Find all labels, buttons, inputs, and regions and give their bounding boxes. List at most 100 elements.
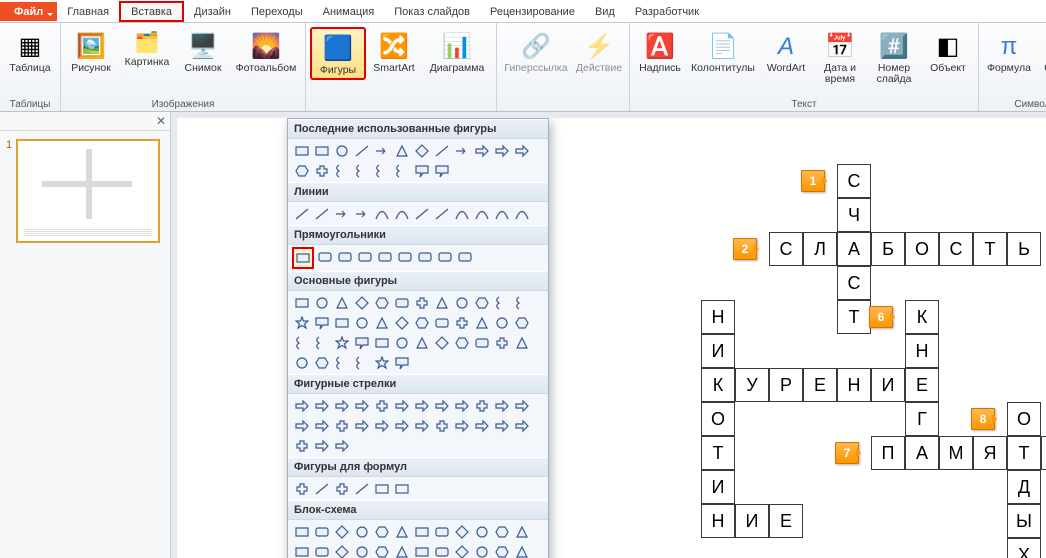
shape-option[interactable] <box>412 161 431 180</box>
shape-option[interactable] <box>352 313 371 332</box>
shape-option[interactable] <box>392 479 411 498</box>
shape-option[interactable] <box>372 204 391 223</box>
shape-option[interactable] <box>292 522 311 541</box>
shape-option[interactable] <box>375 247 394 266</box>
shape-option[interactable] <box>372 313 391 332</box>
slide-thumbnail[interactable] <box>16 139 160 243</box>
tab-slideshow[interactable]: Показ слайдов <box>384 3 480 20</box>
equation-button[interactable]: π Формула <box>983 27 1035 76</box>
shape-option[interactable] <box>472 333 491 352</box>
shape-option[interactable] <box>412 141 431 160</box>
tab-view[interactable]: Вид <box>585 3 625 20</box>
shape-option[interactable] <box>492 416 511 435</box>
shape-option[interactable] <box>372 141 391 160</box>
shape-option[interactable] <box>392 161 411 180</box>
shape-option[interactable] <box>392 293 411 312</box>
shape-option[interactable] <box>492 396 511 415</box>
tab-animation[interactable]: Анимация <box>313 3 385 20</box>
tab-developer[interactable]: Разработчик <box>625 3 709 20</box>
shape-option[interactable] <box>455 247 474 266</box>
tab-insert[interactable]: Вставка <box>119 1 184 22</box>
shape-option[interactable] <box>392 522 411 541</box>
shape-option[interactable] <box>352 204 371 223</box>
shape-option[interactable] <box>472 293 491 312</box>
shape-option[interactable] <box>492 293 511 312</box>
shape-option[interactable] <box>452 313 471 332</box>
shape-option[interactable] <box>392 313 411 332</box>
shape-option[interactable] <box>352 353 371 372</box>
shape-option[interactable] <box>512 313 531 332</box>
shape-option[interactable] <box>355 247 374 266</box>
shape-option[interactable] <box>435 247 454 266</box>
photoalbum-button[interactable]: 🌄 Фотоальбом <box>231 27 301 76</box>
shape-option[interactable] <box>332 293 351 312</box>
shape-option[interactable] <box>372 479 391 498</box>
shape-option[interactable] <box>315 247 334 266</box>
shape-option[interactable] <box>352 333 371 352</box>
shape-option[interactable] <box>452 333 471 352</box>
shape-option[interactable] <box>335 247 354 266</box>
shape-option[interactable] <box>352 161 371 180</box>
shape-option[interactable] <box>512 333 531 352</box>
shape-option[interactable] <box>432 161 451 180</box>
shape-option[interactable] <box>372 161 391 180</box>
shape-option[interactable] <box>352 293 371 312</box>
shape-option[interactable] <box>412 396 431 415</box>
shape-option[interactable] <box>512 293 531 312</box>
tab-file[interactable]: Файл <box>0 2 57 21</box>
shape-option[interactable] <box>412 293 431 312</box>
smartart-button[interactable]: 🔀 SmartArt <box>368 27 420 76</box>
tab-design[interactable]: Дизайн <box>184 3 241 20</box>
shape-option[interactable] <box>312 333 331 352</box>
shape-option[interactable] <box>472 141 491 160</box>
shape-option[interactable] <box>332 313 351 332</box>
shape-option[interactable] <box>312 396 331 415</box>
shape-option[interactable] <box>332 204 351 223</box>
shape-option[interactable] <box>512 204 531 223</box>
shape-option[interactable] <box>372 396 391 415</box>
tab-review[interactable]: Рецензирование <box>480 3 585 20</box>
shape-option[interactable] <box>352 141 371 160</box>
shape-option[interactable] <box>412 313 431 332</box>
shape-option[interactable] <box>432 416 451 435</box>
shape-option[interactable] <box>312 436 331 455</box>
shape-option[interactable] <box>492 522 511 541</box>
shape-option[interactable] <box>312 141 331 160</box>
shape-option[interactable] <box>312 522 331 541</box>
slidenum-button[interactable]: #️⃣ Номер слайда <box>868 27 920 87</box>
shape-option[interactable] <box>432 396 451 415</box>
shape-option[interactable] <box>332 479 351 498</box>
tab-transitions[interactable]: Переходы <box>241 3 313 20</box>
shape-option[interactable] <box>372 353 391 372</box>
wordart-button[interactable]: A WordArt <box>760 27 812 76</box>
shape-option[interactable] <box>352 522 371 541</box>
shape-option[interactable] <box>392 396 411 415</box>
shape-option[interactable] <box>292 141 311 160</box>
shape-option[interactable] <box>352 396 371 415</box>
shape-option[interactable] <box>512 396 531 415</box>
shape-option[interactable] <box>432 313 451 332</box>
shape-option[interactable] <box>312 353 331 372</box>
shape-option[interactable] <box>332 333 351 352</box>
shape-option[interactable] <box>512 416 531 435</box>
shape-option[interactable] <box>292 416 311 435</box>
shape-option[interactable] <box>492 333 511 352</box>
shape-option[interactable] <box>395 247 414 266</box>
shape-option[interactable] <box>432 141 451 160</box>
shape-option[interactable] <box>512 141 531 160</box>
shape-option[interactable] <box>372 522 391 541</box>
shape-option[interactable] <box>372 333 391 352</box>
shape-option[interactable] <box>292 313 311 332</box>
shape-option[interactable] <box>472 313 491 332</box>
shape-option[interactable] <box>312 161 331 180</box>
close-panel-icon[interactable]: ✕ <box>156 114 166 128</box>
shape-option[interactable] <box>452 293 471 312</box>
shape-option[interactable] <box>352 479 371 498</box>
shape-option[interactable] <box>452 416 471 435</box>
shape-option[interactable] <box>412 204 431 223</box>
clipart-button[interactable]: 🗂️ Картинка <box>119 27 175 70</box>
shape-option[interactable] <box>412 522 431 541</box>
shape-option[interactable] <box>392 141 411 160</box>
tab-home[interactable]: Главная <box>57 3 119 20</box>
shape-option[interactable] <box>312 204 331 223</box>
